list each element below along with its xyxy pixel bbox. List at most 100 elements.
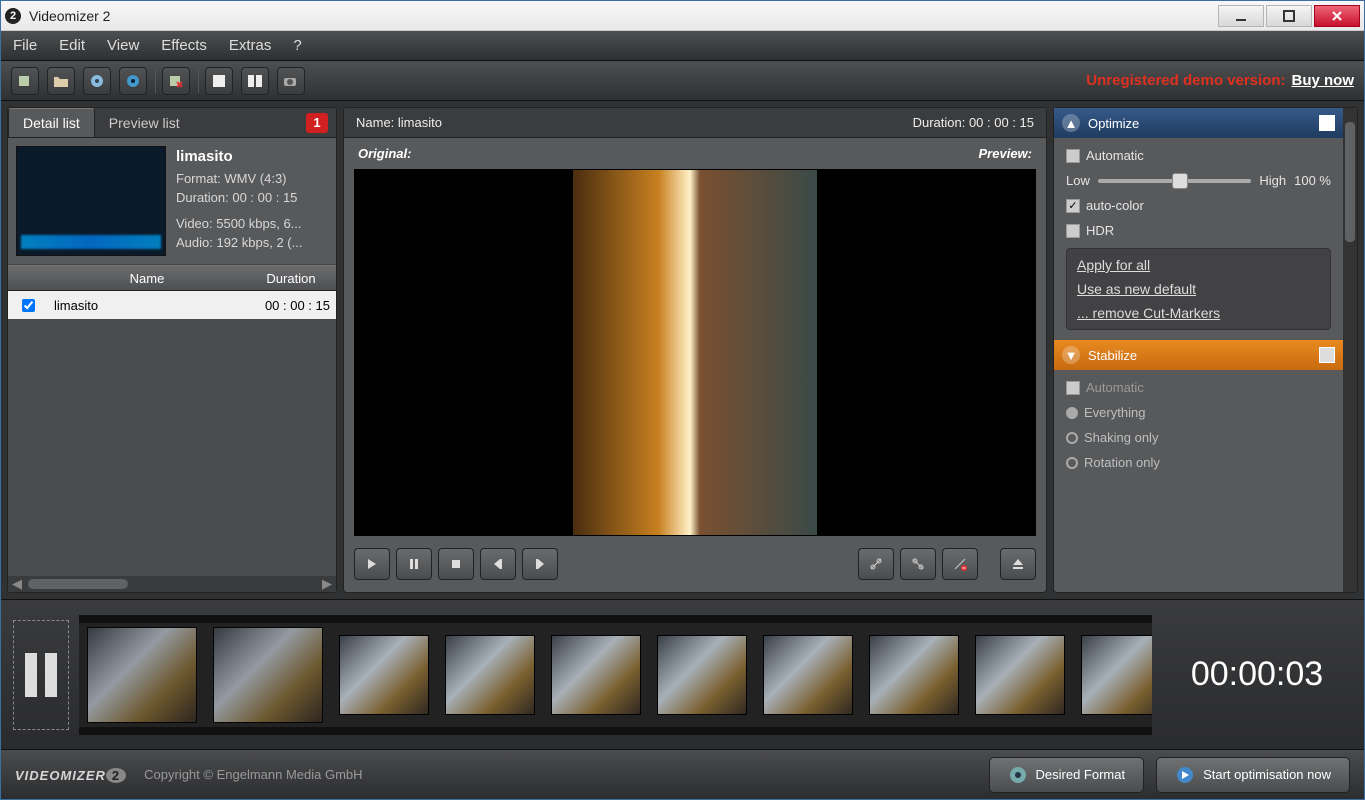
titlebar: 2 Videomizer 2 (1, 1, 1364, 31)
high-label: High (1259, 173, 1286, 188)
radio-shaking[interactable]: Shaking only (1066, 430, 1331, 445)
tab-preview-list[interactable]: Preview list (95, 108, 194, 137)
eject-button[interactable] (1000, 548, 1036, 580)
cut-remove-button[interactable] (942, 548, 978, 580)
quality-slider[interactable] (1098, 179, 1252, 183)
list-count-badge: 1 (306, 113, 328, 133)
vertical-scrollbar[interactable] (1343, 108, 1357, 592)
radio-everything[interactable]: Everything (1066, 405, 1331, 420)
stabilize-automatic-label: Automatic (1086, 380, 1144, 395)
filmstrip-frame[interactable] (1081, 635, 1152, 715)
left-panel: Detail list Preview list 1 limasito Form… (7, 107, 337, 593)
toolbar-disc2-icon[interactable] (119, 67, 147, 95)
toolbar-add-folder-icon[interactable] (47, 67, 75, 95)
preview-label: Preview: (979, 146, 1032, 161)
toolbar-camera-icon[interactable] (277, 67, 305, 95)
step-fwd-button[interactable] (522, 548, 558, 580)
copyright-label: Copyright © Engelmann Media GmbH (144, 767, 362, 782)
filmstrip-frame[interactable] (87, 627, 197, 723)
stabilize-automatic-checkbox[interactable]: Automatic (1066, 380, 1331, 395)
optimize-enable-checkbox[interactable]: ✓ (1319, 115, 1335, 131)
play-button[interactable] (354, 548, 390, 580)
desired-format-label: Desired Format (1036, 767, 1126, 782)
auto-color-checkbox[interactable]: auto-color (1066, 198, 1331, 213)
optimize-title: Optimize (1088, 116, 1139, 131)
toolbar-split-view-icon[interactable] (241, 67, 269, 95)
stop-button[interactable] (438, 548, 474, 580)
timeline: 00:00:03 (1, 599, 1364, 749)
close-button[interactable] (1314, 5, 1360, 27)
start-optimisation-button[interactable]: Start optimisation now (1156, 757, 1350, 793)
toolbar-disc-icon[interactable] (83, 67, 111, 95)
radio-rotation[interactable]: Rotation only (1066, 455, 1331, 470)
toolbar-single-view-icon[interactable] (205, 67, 233, 95)
optimize-header[interactable]: ▲ Optimize ✓ (1054, 108, 1343, 138)
hdr-label: HDR (1086, 223, 1114, 238)
row-name: limasito (48, 298, 246, 313)
chevron-up-icon: ▲ (1062, 114, 1080, 132)
filmstrip-frame[interactable] (339, 635, 429, 715)
hdr-checkbox[interactable]: HDR (1066, 223, 1331, 238)
step-back-button[interactable] (480, 548, 516, 580)
pause-button[interactable] (396, 548, 432, 580)
filmstrip[interactable] (79, 615, 1152, 735)
cut-marker-end[interactable] (1142, 615, 1152, 623)
item-format: Format: WMV (4:3) (176, 169, 302, 189)
maximize-button[interactable] (1266, 5, 1312, 27)
menu-extras[interactable]: Extras (229, 37, 272, 54)
filmstrip-frame[interactable] (551, 635, 641, 715)
stabilize-enable-checkbox[interactable] (1319, 347, 1335, 363)
row-checkbox[interactable] (22, 299, 35, 312)
tab-detail-list[interactable]: Detail list (8, 108, 95, 137)
col-duration[interactable]: Duration (246, 271, 336, 286)
apply-all-link[interactable]: Apply for all (1077, 257, 1320, 273)
menu-help[interactable]: ? (293, 37, 301, 54)
automatic-label: Automatic (1086, 148, 1144, 163)
filmstrip-frame[interactable] (445, 635, 535, 715)
cut-start-button[interactable] (858, 548, 894, 580)
toolbar-add-file-icon[interactable] (11, 67, 39, 95)
filmstrip-frame[interactable] (869, 635, 959, 715)
filmstrip-frame[interactable] (975, 635, 1065, 715)
window-title: Videomizer 2 (29, 8, 1218, 24)
filmstrip-frame[interactable] (213, 627, 323, 723)
percent-label: 100 % (1294, 173, 1331, 188)
remove-cutmarkers-link[interactable]: ... remove Cut-Markers (1077, 305, 1320, 321)
minimize-button[interactable] (1218, 5, 1264, 27)
detail-item[interactable]: limasito Format: WMV (4:3) Duration: 00 … (8, 138, 336, 265)
item-name: limasito (176, 146, 302, 169)
cut-marker-start[interactable] (79, 615, 89, 623)
preview-duration-label: Duration: 00 : 00 : 15 (913, 115, 1034, 130)
video-preview[interactable] (354, 169, 1036, 536)
buy-now-link[interactable]: Buy now (1292, 72, 1355, 89)
original-label: Original: (358, 146, 411, 161)
preview-name-label: Name: limasito (356, 115, 442, 130)
toolbar-remove-icon[interactable] (162, 67, 190, 95)
timeline-timer: 00:00:03 (1162, 655, 1352, 694)
horizontal-scrollbar[interactable]: ◀▶ (8, 576, 336, 592)
menu-edit[interactable]: Edit (59, 37, 85, 54)
filmstrip-frame[interactable] (763, 635, 853, 715)
desired-format-button[interactable]: Desired Format (989, 757, 1145, 793)
automatic-checkbox[interactable]: Automatic (1066, 148, 1331, 163)
col-name[interactable]: Name (48, 271, 246, 286)
table-row[interactable]: limasito 00 : 00 : 15 (8, 291, 336, 319)
filmstrip-frame[interactable] (657, 635, 747, 715)
cut-end-button[interactable] (900, 548, 936, 580)
use-default-link[interactable]: Use as new default (1077, 281, 1320, 297)
auto-color-label: auto-color (1086, 198, 1144, 213)
item-duration: Duration: 00 : 00 : 15 (176, 188, 302, 208)
app-icon: 2 (5, 8, 21, 24)
menubar: File Edit View Effects Extras ? (1, 31, 1364, 61)
menu-effects[interactable]: Effects (161, 37, 207, 54)
menu-file[interactable]: File (13, 37, 37, 54)
toolbar-separator (155, 69, 156, 93)
menu-view[interactable]: View (107, 37, 139, 54)
timeline-pause-indicator[interactable] (13, 620, 69, 730)
item-audio-info: Audio: 192 kbps, 2 (... (176, 233, 302, 253)
stabilize-title: Stabilize (1088, 348, 1137, 363)
start-icon (1175, 765, 1195, 785)
settings-panel: ▲ Optimize ✓ Automatic Low High 100 % au… (1053, 107, 1358, 593)
low-label: Low (1066, 173, 1090, 188)
stabilize-header[interactable]: ▼ Stabilize (1054, 340, 1343, 370)
